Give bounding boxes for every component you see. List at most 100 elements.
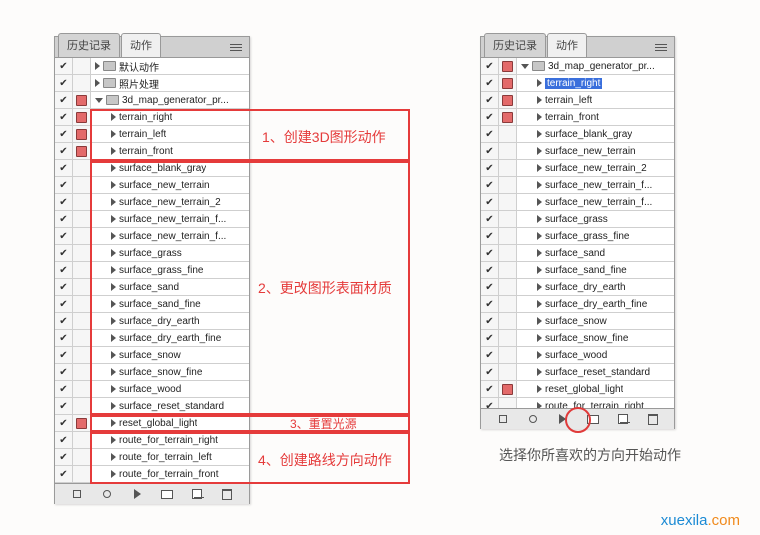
action-row[interactable]: ✔surface_wood (55, 381, 249, 398)
record-button[interactable] (525, 411, 541, 427)
visibility-toggle[interactable]: ✔ (55, 262, 73, 278)
action-row[interactable]: ✔surface_sand (55, 279, 249, 296)
visibility-toggle[interactable]: ✔ (55, 194, 73, 210)
dialog-toggle[interactable] (499, 194, 517, 210)
dialog-toggle[interactable] (73, 279, 91, 295)
action-row[interactable]: ✔surface_reset_standard (55, 398, 249, 415)
action-row[interactable]: ✔surface_dry_earth (55, 313, 249, 330)
dialog-toggle[interactable] (73, 296, 91, 312)
action-row[interactable]: ✔surface_new_terrain_2 (481, 160, 674, 177)
visibility-toggle[interactable]: ✔ (55, 313, 73, 329)
chevron-right-icon[interactable] (537, 130, 542, 138)
action-row[interactable]: ✔surface_sand_fine (55, 296, 249, 313)
tab-history[interactable]: 历史记录 (58, 33, 120, 57)
action-row[interactable]: ✔terrain_front (481, 109, 674, 126)
chevron-right-icon[interactable] (537, 334, 542, 342)
action-row[interactable]: ✔surface_new_terrain_f... (55, 228, 249, 245)
chevron-right-icon[interactable] (537, 147, 542, 155)
dialog-toggle[interactable] (73, 160, 91, 176)
dialog-toggle[interactable] (499, 75, 517, 91)
tab-history[interactable]: 历史记录 (484, 33, 546, 57)
visibility-toggle[interactable]: ✔ (55, 381, 73, 397)
visibility-toggle[interactable]: ✔ (55, 449, 73, 465)
visibility-toggle[interactable]: ✔ (481, 398, 499, 408)
action-row[interactable]: ✔reset_global_light (55, 415, 249, 432)
dialog-toggle[interactable] (499, 296, 517, 312)
chevron-right-icon[interactable] (111, 436, 116, 444)
chevron-right-icon[interactable] (537, 215, 542, 223)
chevron-right-icon[interactable] (537, 96, 542, 104)
action-row[interactable]: ✔默认动作 (55, 58, 249, 75)
chevron-right-icon[interactable] (537, 385, 542, 393)
visibility-toggle[interactable]: ✔ (55, 109, 73, 125)
chevron-right-icon[interactable] (111, 232, 116, 240)
chevron-down-icon[interactable] (95, 98, 103, 103)
action-row[interactable]: ✔surface_dry_earth_fine (55, 330, 249, 347)
action-row[interactable]: ✔surface_grass (55, 245, 249, 262)
visibility-toggle[interactable]: ✔ (481, 143, 499, 159)
chevron-right-icon[interactable] (111, 334, 116, 342)
chevron-down-icon[interactable] (521, 64, 529, 69)
new-action-button[interactable] (189, 486, 205, 502)
chevron-right-icon[interactable] (95, 62, 100, 70)
dialog-toggle[interactable] (499, 262, 517, 278)
dialog-toggle[interactable] (499, 109, 517, 125)
dialog-toggle[interactable] (499, 245, 517, 261)
dialog-toggle[interactable] (499, 347, 517, 363)
dialog-toggle[interactable] (73, 211, 91, 227)
visibility-toggle[interactable]: ✔ (481, 92, 499, 108)
chevron-right-icon[interactable] (537, 79, 542, 87)
dialog-toggle[interactable] (499, 364, 517, 380)
dialog-toggle[interactable] (73, 262, 91, 278)
dialog-toggle[interactable] (499, 211, 517, 227)
action-row[interactable]: ✔3d_map_generator_pr... (481, 58, 674, 75)
dialog-toggle[interactable] (73, 415, 91, 431)
visibility-toggle[interactable]: ✔ (55, 466, 73, 482)
visibility-toggle[interactable]: ✔ (481, 279, 499, 295)
action-row[interactable]: ✔surface_blank_gray (55, 160, 249, 177)
chevron-right-icon[interactable] (537, 164, 542, 172)
chevron-right-icon[interactable] (111, 198, 116, 206)
visibility-toggle[interactable]: ✔ (481, 313, 499, 329)
chevron-right-icon[interactable] (537, 300, 542, 308)
chevron-right-icon[interactable] (95, 79, 100, 87)
chevron-right-icon[interactable] (111, 249, 116, 257)
chevron-right-icon[interactable] (111, 368, 116, 376)
visibility-toggle[interactable]: ✔ (55, 398, 73, 414)
dialog-toggle[interactable] (499, 58, 517, 74)
dialog-toggle[interactable] (73, 126, 91, 142)
panel-menu-icon[interactable] (651, 40, 671, 54)
chevron-right-icon[interactable] (537, 317, 542, 325)
action-row[interactable]: ✔照片处理 (55, 75, 249, 92)
dialog-toggle[interactable] (73, 449, 91, 465)
visibility-toggle[interactable]: ✔ (481, 262, 499, 278)
visibility-toggle[interactable]: ✔ (55, 211, 73, 227)
chevron-right-icon[interactable] (111, 215, 116, 223)
action-row[interactable]: ✔surface_new_terrain_f... (55, 211, 249, 228)
action-row[interactable]: ✔terrain_right (481, 75, 674, 92)
action-row[interactable]: ✔surface_grass (481, 211, 674, 228)
visibility-toggle[interactable]: ✔ (55, 364, 73, 380)
dialog-toggle[interactable] (73, 466, 91, 482)
chevron-right-icon[interactable] (537, 181, 542, 189)
action-row[interactable]: ✔terrain_front (55, 143, 249, 160)
action-row[interactable]: ✔route_for_terrain_right (481, 398, 674, 408)
dialog-toggle[interactable] (499, 160, 517, 176)
chevron-right-icon[interactable] (537, 113, 542, 121)
dialog-toggle[interactable] (73, 347, 91, 363)
chevron-right-icon[interactable] (537, 198, 542, 206)
action-row[interactable]: ✔route_for_terrain_right (55, 432, 249, 449)
chevron-right-icon[interactable] (537, 232, 542, 240)
action-row[interactable]: ✔surface_reset_standard (481, 364, 674, 381)
visibility-toggle[interactable]: ✔ (55, 177, 73, 193)
visibility-toggle[interactable]: ✔ (481, 160, 499, 176)
action-row[interactable]: ✔reset_global_light (481, 381, 674, 398)
action-row[interactable]: ✔route_for_terrain_front (55, 466, 249, 483)
dialog-toggle[interactable] (73, 398, 91, 414)
chevron-right-icon[interactable] (111, 317, 116, 325)
panel-menu-icon[interactable] (226, 40, 246, 54)
tab-actions[interactable]: 动作 (121, 33, 161, 57)
action-row[interactable]: ✔surface_new_terrain_2 (55, 194, 249, 211)
chevron-right-icon[interactable] (111, 147, 116, 155)
new-action-button[interactable] (615, 411, 631, 427)
